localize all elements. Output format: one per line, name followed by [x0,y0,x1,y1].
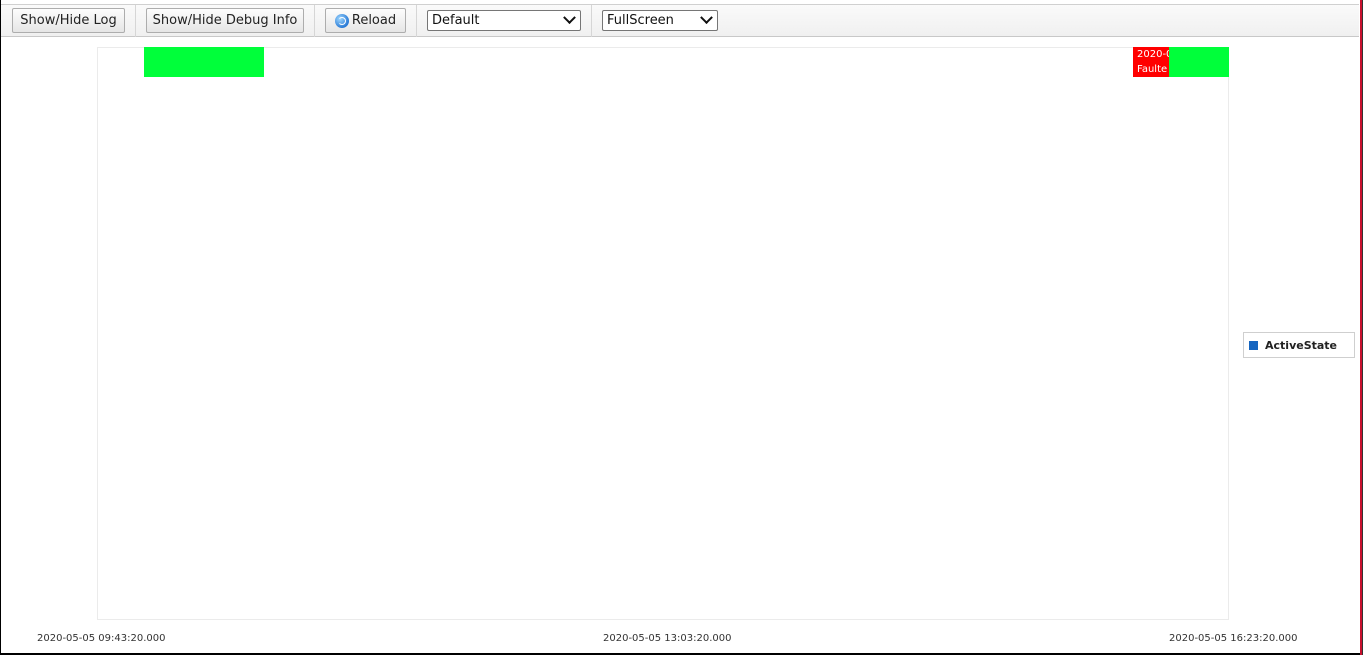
timeline-segment-active[interactable] [1169,47,1229,77]
view-select-value: FullScreen [607,13,674,28]
toolbar-separator [135,5,136,37]
timeline-plot-area [97,47,1229,620]
segment-label-state: Faulte [1137,64,1168,75]
legend-label: ActiveState [1265,338,1338,352]
x-tick-label: 2020-05-05 09:43:20.000 [37,633,166,644]
layout-select[interactable]: Default [427,10,581,31]
legend-swatch [1249,340,1258,350]
x-tick-label: 2020-05-05 16:23:20.000 [1169,633,1298,644]
segment-label-date: 2020-0 [1137,49,1169,60]
view-select[interactable]: FullScreen [602,10,718,31]
segment-label: 2020-0 Faulte [1137,47,1169,77]
show-hide-debug-button[interactable]: Show/Hide Debug Info [146,8,304,33]
chevron-down-icon [700,11,713,25]
show-hide-debug-label: Show/Hide Debug Info [152,13,298,28]
show-hide-log-button[interactable]: Show/Hide Log [12,8,125,33]
legend[interactable]: ActiveState [1243,332,1355,358]
toolbar-separator [314,5,315,37]
toolbar: Show/Hide Log Show/Hide Debug Info Reloa… [1,4,1359,37]
reload-icon [334,13,349,28]
reload-button[interactable]: Reload [325,8,406,33]
toolbar-separator [416,5,417,37]
show-hide-log-label: Show/Hide Log [20,13,117,28]
timeline-segment-active[interactable] [144,47,264,77]
reload-label: Reload [351,13,397,28]
x-tick-label: 2020-05-05 13:03:20.000 [603,633,732,644]
toolbar-separator [591,5,592,37]
layout-select-value: Default [432,13,480,28]
timeline-segment-faulted[interactable]: 2020-0 Faulte [1133,47,1169,77]
chevron-down-icon [563,11,576,25]
